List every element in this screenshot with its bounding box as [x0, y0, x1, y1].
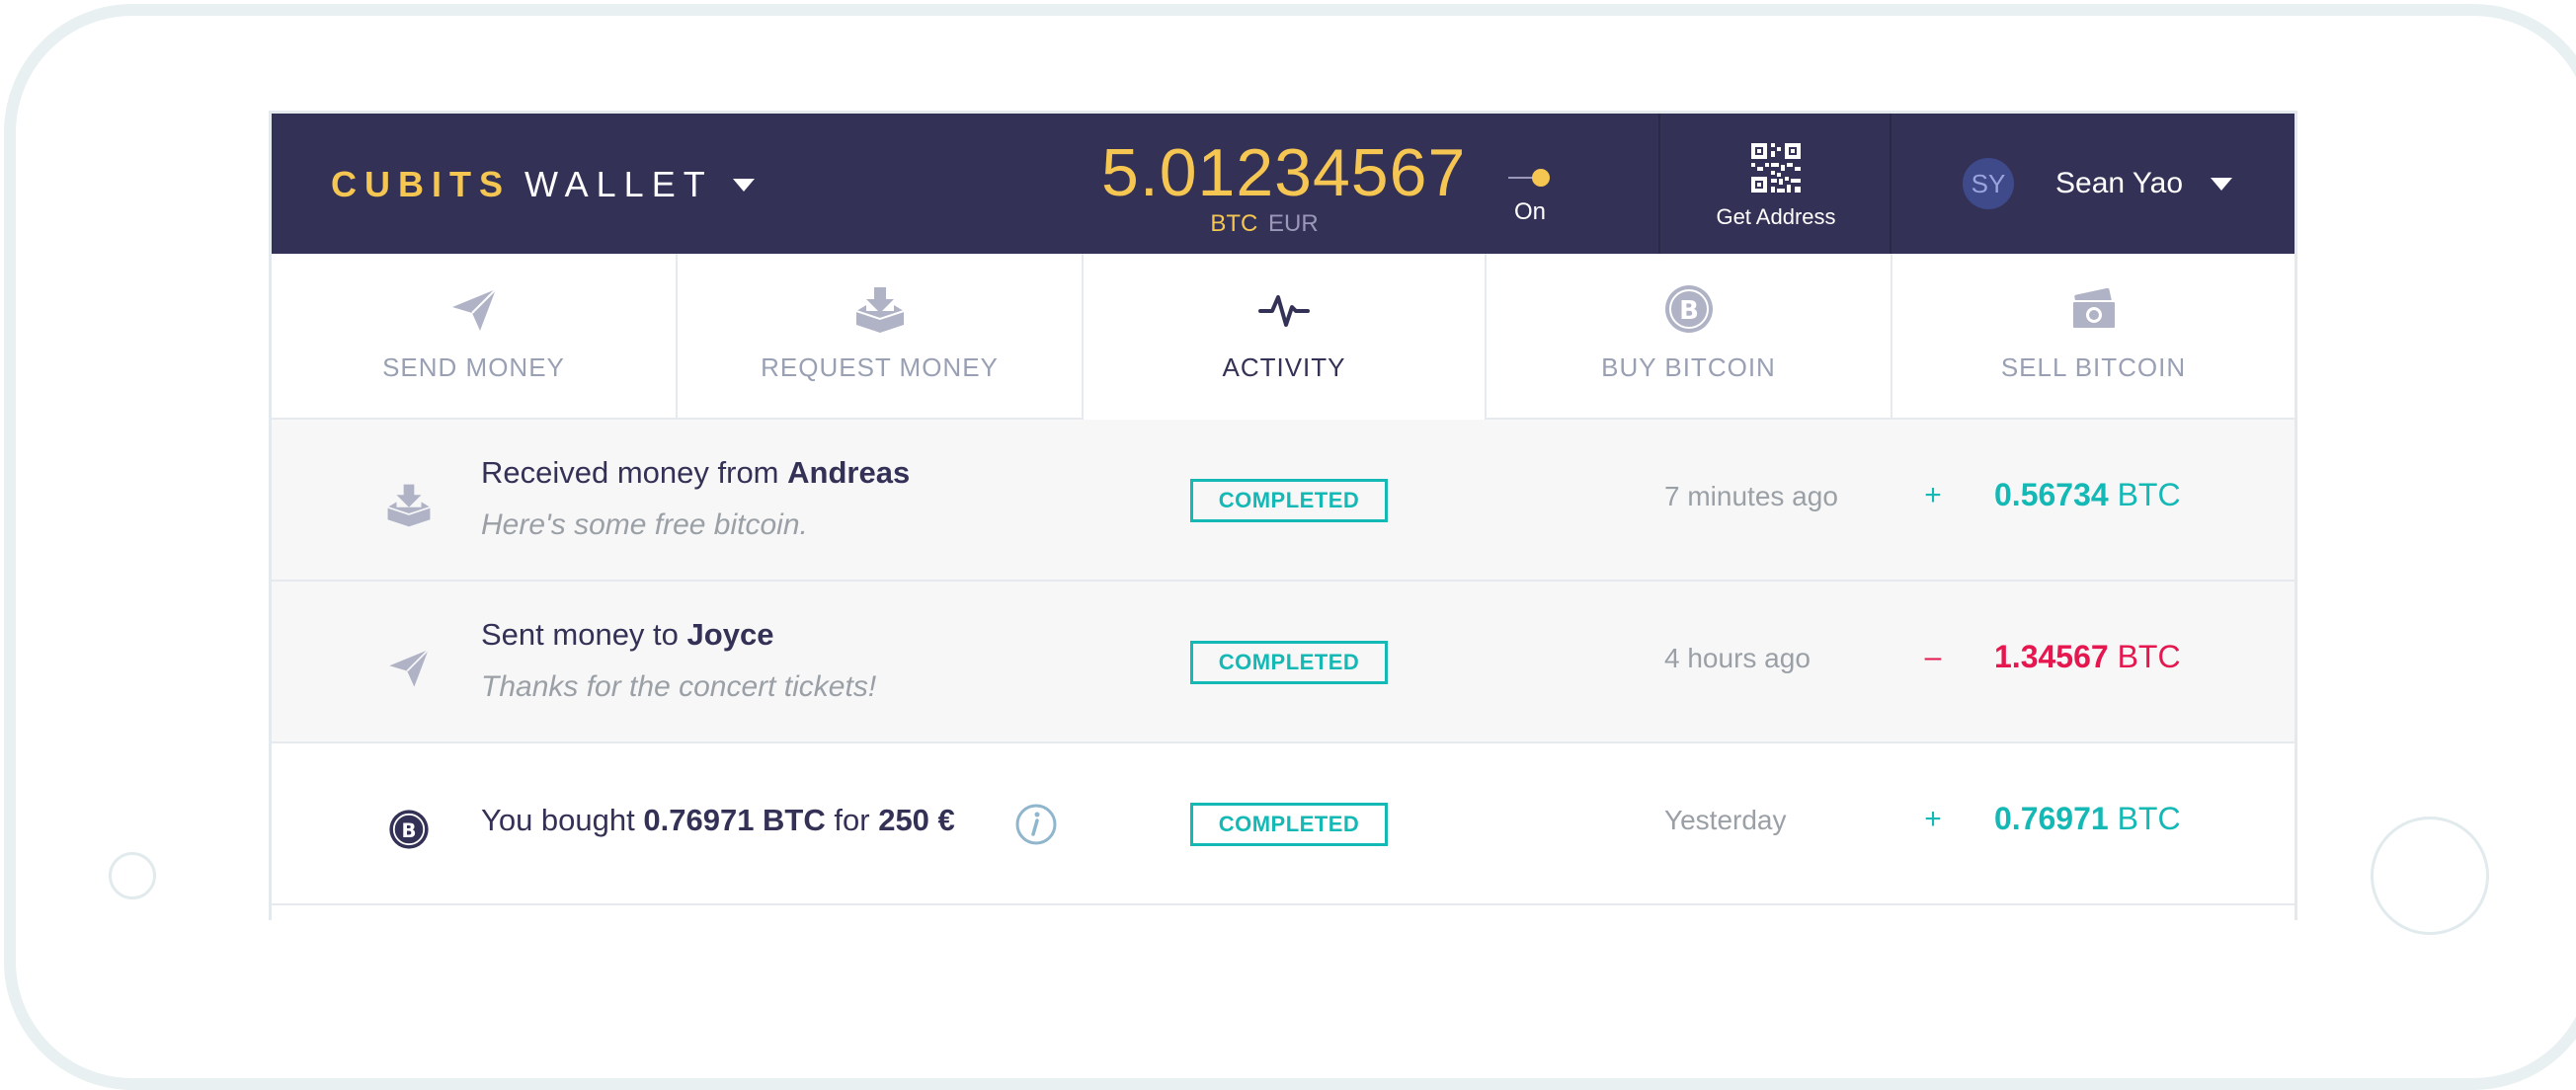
paper-plane-icon: [451, 288, 497, 331]
activity-time: 4 hours ago: [1664, 643, 1811, 673]
list-item[interactable]: Sent money to Joyce Thanks for the conce…: [272, 582, 2294, 743]
get-address-label: Get Address: [1716, 204, 1836, 229]
bitcoin-coin-icon: B: [389, 810, 429, 849]
toggle-label: On: [1513, 198, 1546, 225]
chevron-down-icon: [732, 178, 755, 192]
device-camera: [109, 852, 156, 899]
list-item[interactable]: B You bought 0.76971 BTC for 250 € COMPL…: [272, 743, 2294, 905]
user-name: Sean Yao: [2055, 167, 2184, 199]
inbox-download-icon: [855, 287, 904, 333]
currency-switch: BTC EUR: [1101, 210, 1427, 238]
activity-title: Received money from Andreas: [481, 455, 910, 491]
activity-amount: 1.34567 BTC: [1994, 639, 2181, 675]
activity-list: Received money from Andreas Here's some …: [272, 420, 2294, 905]
svg-text:B: B: [1679, 296, 1699, 326]
bitcoin-coin-icon: B: [1664, 285, 1713, 333]
activity-title-prefix: You bought: [481, 803, 635, 837]
purchase-eur-amount: 250 €: [878, 803, 955, 837]
tab-buy-bitcoin[interactable]: B BUY BITCOIN: [1487, 254, 1892, 420]
activity-note: Here's some free bitcoin.: [481, 508, 808, 541]
balance-display: 5.01234567 BTC EUR: [1101, 133, 1467, 238]
svg-text:B: B: [402, 819, 417, 842]
tab-label: SELL BITCOIN: [2000, 352, 2187, 382]
qr-code-icon: [1751, 143, 1801, 193]
amount-unit: BTC: [2117, 801, 2181, 836]
amount-sign: +: [1924, 803, 1942, 835]
inbox-download-icon: [387, 484, 431, 527]
toggle-switch[interactable]: On: [1506, 155, 1566, 234]
activity-title-prefix: Received money from: [481, 455, 779, 490]
unit-eur[interactable]: EUR: [1268, 210, 1319, 237]
activity-title-prefix: Sent money to: [481, 617, 679, 652]
activity-title: Sent money to Joyce: [481, 617, 773, 653]
activity-title: You bought 0.76971 BTC for 250 €: [481, 803, 955, 838]
amount-value: 0.76971: [1994, 801, 2109, 836]
paper-plane-icon: [389, 649, 430, 687]
status-badge: COMPLETED: [1190, 479, 1388, 522]
activity-title-mid: for: [834, 803, 870, 837]
wallet-app: CUBITS WALLET 5.01234567 BTC EUR On Get …: [269, 111, 2297, 920]
activity-time: 7 minutes ago: [1664, 481, 1838, 511]
activity-time: Yesterday: [1664, 805, 1787, 835]
status-badge: COMPLETED: [1190, 641, 1388, 684]
activity-note: Thanks for the concert tickets!: [481, 670, 877, 703]
chevron-down-icon: [2211, 177, 2233, 191]
tab-label: BUY BITCOIN: [1601, 352, 1776, 382]
tab-send-money[interactable]: SEND MONEY: [272, 254, 678, 420]
purchase-btc-amount: 0.76971 BTC: [643, 803, 826, 837]
activity-amount: 0.56734 BTC: [1994, 477, 2181, 513]
app-header: CUBITS WALLET 5.01234567 BTC EUR On Get …: [272, 114, 2294, 254]
activity-amount: 0.76971 BTC: [1994, 801, 2181, 837]
user-menu[interactable]: SY Sean Yao: [1892, 114, 2294, 254]
get-address-button[interactable]: Get Address: [1660, 114, 1892, 254]
balance-amount: 5.01234567: [1101, 135, 1467, 210]
activity-counterparty: Joyce: [686, 617, 774, 652]
unit-btc[interactable]: BTC: [1210, 210, 1257, 237]
tab-request-money[interactable]: REQUEST MONEY: [678, 254, 1084, 420]
tab-label: REQUEST MONEY: [761, 352, 999, 382]
toggle-track: [1508, 177, 1534, 179]
list-item[interactable]: Received money from Andreas Here's some …: [272, 420, 2294, 582]
device-home-button: [2371, 817, 2489, 935]
activity-pulse-icon: [1258, 295, 1310, 327]
amount-sign: –: [1924, 641, 1942, 673]
amount-value: 0.56734: [1994, 477, 2109, 512]
brand-cubits: CUBITS: [331, 164, 511, 204]
tab-activity[interactable]: ACTIVITY: [1084, 254, 1487, 420]
amount-sign: +: [1924, 479, 1942, 511]
brand-wallet: WALLET: [524, 164, 713, 204]
main-tabs: SEND MONEY REQUEST MONEY ACTIVITY B BUY …: [272, 254, 2294, 420]
toggle-knob: [1532, 169, 1550, 187]
wallet-selector[interactable]: CUBITS WALLET: [331, 163, 755, 206]
cash-stack-icon: [2070, 287, 2117, 330]
tab-sell-bitcoin[interactable]: SELL BITCOIN: [1892, 254, 2294, 420]
tab-label: ACTIVITY: [1222, 352, 1346, 382]
avatar: SY: [1963, 158, 2014, 209]
info-icon[interactable]: [1014, 803, 1058, 846]
tab-label: SEND MONEY: [382, 352, 565, 382]
activity-counterparty: Andreas: [787, 455, 911, 490]
amount-value: 1.34567: [1994, 639, 2109, 674]
status-badge: COMPLETED: [1190, 803, 1388, 846]
amount-unit: BTC: [2117, 639, 2181, 674]
amount-unit: BTC: [2117, 477, 2181, 512]
